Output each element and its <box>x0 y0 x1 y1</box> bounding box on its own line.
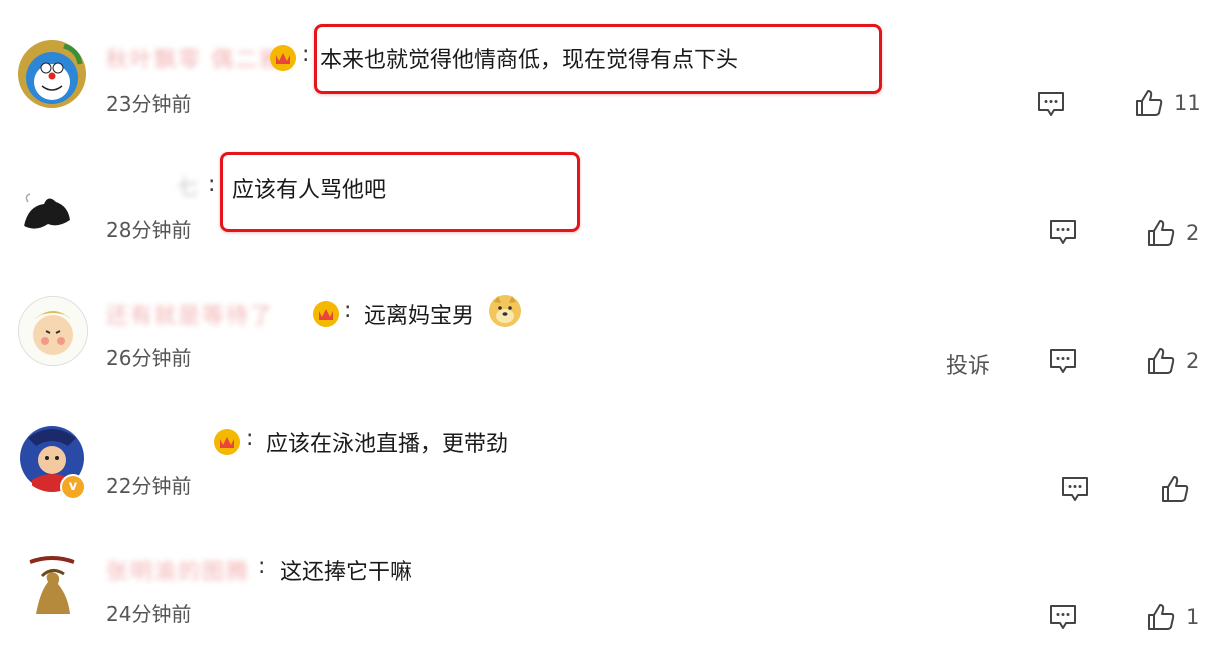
comment-text: 应该在泳池直播，更带劲 <box>266 432 509 457</box>
thumbs-up-icon <box>1148 348 1175 374</box>
reply-button[interactable] <box>1048 603 1078 631</box>
crown-badge-icon <box>313 301 339 327</box>
comment-bubble-icon <box>1050 220 1076 244</box>
like-button[interactable]: 2 <box>1146 218 1199 248</box>
username[interactable]: 张明渝的图腾 <box>106 554 250 586</box>
username[interactable]: 七 <box>176 170 200 202</box>
like-button[interactable] <box>1160 474 1200 504</box>
timestamp: 24分钟前 <box>106 602 192 626</box>
like-count: 2 <box>1186 349 1200 373</box>
timestamp: 28分钟前 <box>106 218 192 242</box>
like-count: 1 <box>1186 605 1200 629</box>
comment-bubble-icon <box>1050 349 1076 373</box>
avatar[interactable] <box>18 552 86 620</box>
like-button[interactable]: 2 <box>1146 346 1199 376</box>
like-count: 2 <box>1186 221 1200 245</box>
reply-button[interactable] <box>1048 218 1078 246</box>
thumbs-up-icon <box>1162 476 1189 502</box>
colon: : <box>258 554 266 579</box>
avatar[interactable] <box>18 296 88 366</box>
doge-emoji-icon <box>489 295 521 327</box>
comment-text: 远离妈宝男 <box>364 304 475 329</box>
like-button[interactable]: 1 <box>1146 602 1199 632</box>
comment-bubble-icon <box>1062 477 1088 501</box>
timestamp: 26分钟前 <box>106 346 192 370</box>
comment-item: 张明渝的图腾 : 这还捧它干嘛 24分钟前 1 <box>0 0 1226 630</box>
comment-text: 这还捧它干嘛 <box>280 560 413 585</box>
thumbs-up-icon <box>1148 220 1175 246</box>
timestamp: 22分钟前 <box>106 474 192 498</box>
verified-icon: v <box>60 474 86 500</box>
avatar[interactable] <box>18 172 86 240</box>
reply-button[interactable] <box>1048 347 1078 375</box>
colon: : <box>344 298 352 323</box>
thumbs-up-icon <box>1148 604 1175 630</box>
crown-badge-icon <box>214 429 240 455</box>
highlight-box <box>220 152 580 232</box>
colon: : <box>208 172 216 197</box>
colon: : <box>246 426 254 451</box>
report-button[interactable]: 投诉 <box>946 348 990 380</box>
reply-button[interactable] <box>1060 475 1090 503</box>
comment-bubble-icon <box>1050 605 1076 629</box>
username[interactable]: 还有就是等待了 <box>106 298 274 330</box>
